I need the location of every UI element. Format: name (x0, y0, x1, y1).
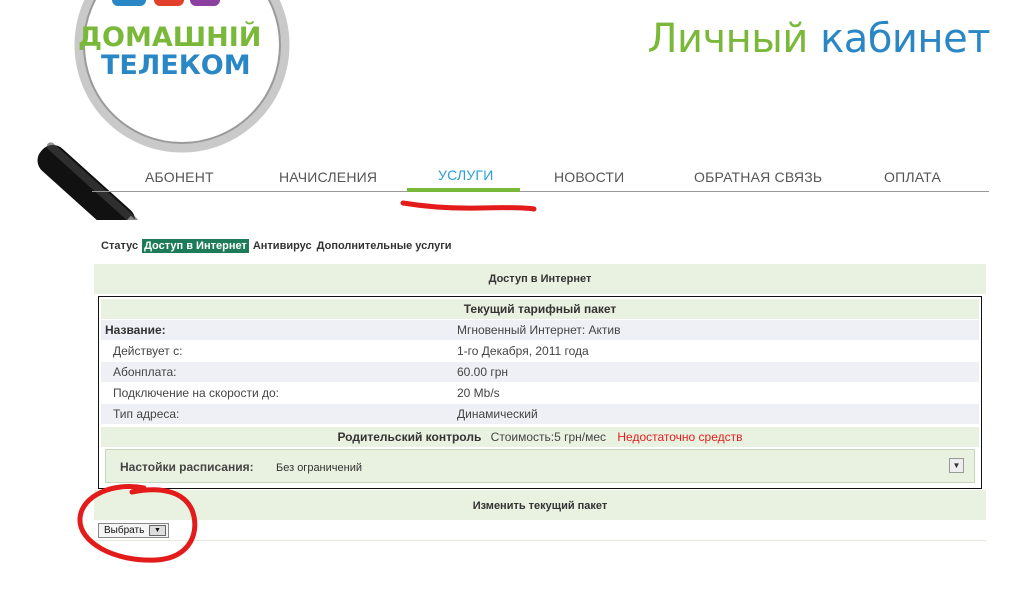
tariff-row: Действует с: 1-го Декабря, 2011 года (101, 341, 979, 361)
tariff-row-label: Абонплата: (113, 365, 177, 379)
logo-text-line1: ДОМАШНІЙ (78, 22, 262, 53)
parental-control-cost: Стоимость:5 грн/мес (490, 430, 607, 444)
active-tab-indicator (407, 188, 520, 192)
tariff-row-label: Тип адреса: (113, 407, 180, 421)
tariff-row-value: 1-го Декабря, 2011 года (457, 344, 589, 358)
page-title: Личный кабинет (647, 16, 990, 62)
schedule-label: Настойки расписания: (120, 460, 254, 474)
nav-item-news[interactable]: НОВОСТИ (554, 169, 624, 185)
change-package-title: Изменить текущий пакет (94, 490, 986, 520)
tariff-row: Подключение на скорости до: 20 Mb/s (101, 383, 979, 403)
tariff-row: Абонплата: 60.00 грн (101, 362, 979, 382)
nav-item-payment[interactable]: ОПЛАТА (884, 169, 941, 185)
tariff-row-label: Действует с: (113, 344, 183, 358)
subnav-item-extra-services[interactable]: Дополнительные услуги (316, 239, 453, 253)
expand-dropdown-icon[interactable]: ▼ (949, 458, 964, 473)
section-title-internet: Доступ в Интернет (94, 264, 986, 294)
tariff-row-value: 20 Mb/s (457, 386, 500, 400)
logo-text-line2: ТЕЛЕКОМ (101, 50, 251, 81)
subnav-item-internet-access[interactable]: Доступ в Интернет (142, 239, 249, 253)
page-title-word1: Личный (647, 16, 808, 62)
tariff-row: Тип адреса: Динамический (101, 404, 979, 424)
tariff-row-label: Подключение на скорости до: (113, 386, 280, 400)
red-annotation-circle (77, 484, 198, 563)
tariff-row-label: Название: (105, 323, 166, 337)
divider (94, 540, 986, 541)
tariff-row-value: 60.00 грн (457, 365, 509, 379)
tariff-row: Название: Мгновенный Интернет: Актив (101, 320, 979, 340)
red-annotation-underline (400, 200, 537, 212)
nav-item-charges[interactable]: НАЧИСЛЕНИЯ (279, 169, 377, 185)
sub-nav: Статус Доступ в Интернет Антивирус Дополнит… (100, 239, 456, 253)
nav-item-feedback[interactable]: ОБРАТНАЯ СВЯЗЬ (694, 169, 822, 185)
nav-item-services[interactable]: УСЛУГИ (438, 167, 493, 183)
schedule-value: Без ограничений (276, 462, 362, 474)
tariff-row-value: Мгновенный Интернет: Актив (457, 323, 621, 337)
subnav-item-antivirus[interactable]: Антивирус (252, 239, 313, 253)
page-title-word2: кабинет (820, 16, 990, 62)
subnav-item-status[interactable]: Статус (100, 239, 139, 253)
nav-item-abonent[interactable]: АБОНЕНТ (145, 169, 214, 185)
tariff-panel: Текущий тарифный пакет Название: Мгновен… (98, 296, 982, 489)
tariff-row-value: Динамический (457, 407, 538, 421)
schedule-settings[interactable]: Настойки расписания: Без ограничений ▼ (105, 449, 975, 483)
insufficient-funds-warning: Недостаточно средств (617, 430, 743, 444)
tariff-header: Текущий тарифный пакет (101, 299, 979, 319)
parental-control-row: Родительский контроль Стоимость:5 грн/ме… (101, 427, 979, 447)
parental-control-title: Родительский контроль (337, 430, 482, 444)
main-nav: АБОНЕНТ НАЧИСЛЕНИЯ УСЛУГИ НОВОСТИ ОБРАТН… (92, 160, 989, 192)
